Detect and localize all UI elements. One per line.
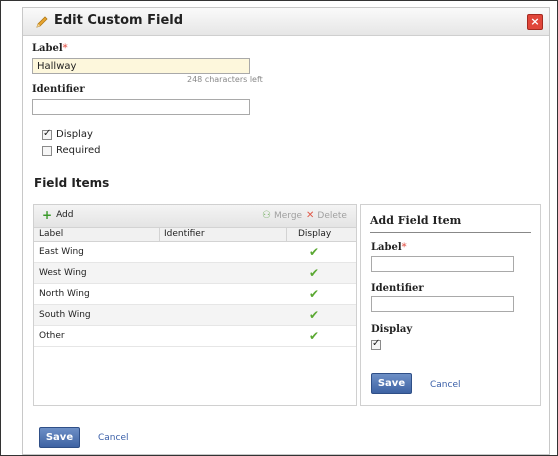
save-button[interactable]: Save bbox=[39, 427, 80, 448]
item-label-input[interactable] bbox=[371, 256, 514, 272]
display-checkbox[interactable] bbox=[42, 128, 52, 140]
add-field-item-panel: Add Field Item Label* Identifier Display… bbox=[360, 204, 541, 406]
table-row[interactable]: East Wing ✔ bbox=[34, 242, 356, 263]
delete-x-icon: ✕ bbox=[306, 210, 315, 221]
grid-toolbar: + Add ⚇ Merge ✕ Delete bbox=[34, 205, 356, 228]
pencil-icon bbox=[36, 16, 48, 28]
field-items-grid: + Add ⚇ Merge ✕ Delete Label Identifier … bbox=[33, 204, 357, 406]
label-field-label: Label* bbox=[32, 43, 68, 54]
item-display-field-label: Display bbox=[371, 324, 413, 335]
screenshot-frame: Edit Custom Field × Label* 248 character… bbox=[0, 0, 558, 456]
column-divider bbox=[286, 228, 287, 241]
identifier-field-label: Identifier bbox=[32, 84, 85, 95]
table-row[interactable]: North Wing ✔ bbox=[34, 284, 356, 305]
dialog-titlebar: Edit Custom Field × bbox=[23, 8, 549, 36]
delete-button[interactable]: ✕ Delete bbox=[306, 210, 347, 221]
required-checkbox-row[interactable]: Required bbox=[42, 145, 101, 156]
identifier-input[interactable] bbox=[32, 99, 250, 115]
check-icon: ✔ bbox=[309, 308, 320, 322]
column-divider bbox=[159, 228, 160, 241]
close-icon[interactable]: × bbox=[527, 14, 543, 30]
column-header-display[interactable]: Display bbox=[298, 229, 331, 239]
check-icon: ✔ bbox=[309, 266, 320, 280]
check-icon: ✔ bbox=[309, 245, 320, 259]
merge-button[interactable]: ⚇ Merge bbox=[262, 210, 302, 221]
required-checkbox-label: Required bbox=[56, 145, 101, 156]
required-checkbox[interactable] bbox=[42, 145, 52, 156]
table-row[interactable]: Other ✔ bbox=[34, 326, 356, 347]
check-icon: ✔ bbox=[309, 329, 320, 343]
item-label-field-label: Label* bbox=[371, 242, 407, 253]
edit-custom-field-dialog: Edit Custom Field × Label* 248 character… bbox=[22, 7, 550, 455]
required-marker: * bbox=[401, 242, 407, 253]
merge-icon: ⚇ bbox=[262, 210, 271, 221]
column-header-label[interactable]: Label bbox=[39, 229, 63, 239]
display-checkbox-label: Display bbox=[56, 129, 93, 140]
table-row[interactable]: South Wing ✔ bbox=[34, 305, 356, 326]
add-field-item-title: Add Field Item bbox=[370, 214, 462, 227]
display-checkbox-row[interactable]: Display bbox=[42, 128, 93, 140]
item-identifier-field-label: Identifier bbox=[371, 283, 424, 294]
add-item-button[interactable]: + Add bbox=[42, 208, 74, 222]
add-item-save-button[interactable]: Save bbox=[371, 373, 412, 394]
item-identifier-input[interactable] bbox=[371, 296, 514, 312]
cancel-link[interactable]: Cancel bbox=[98, 433, 129, 443]
panel-divider bbox=[370, 232, 531, 233]
label-input[interactable] bbox=[32, 58, 250, 74]
check-icon: ✔ bbox=[309, 287, 320, 301]
plus-icon: + bbox=[42, 208, 53, 222]
table-row[interactable]: West Wing ✔ bbox=[34, 263, 356, 284]
required-marker: * bbox=[62, 43, 68, 54]
characters-left-hint: 248 characters left bbox=[187, 75, 263, 84]
dialog-title: Edit Custom Field bbox=[54, 13, 184, 28]
grid-header: Label Identifier Display bbox=[34, 228, 356, 242]
item-display-checkbox[interactable] bbox=[371, 338, 381, 350]
column-header-identifier[interactable]: Identifier bbox=[164, 229, 205, 239]
add-item-cancel-link[interactable]: Cancel bbox=[430, 380, 461, 390]
field-items-heading: Field Items bbox=[34, 176, 110, 190]
